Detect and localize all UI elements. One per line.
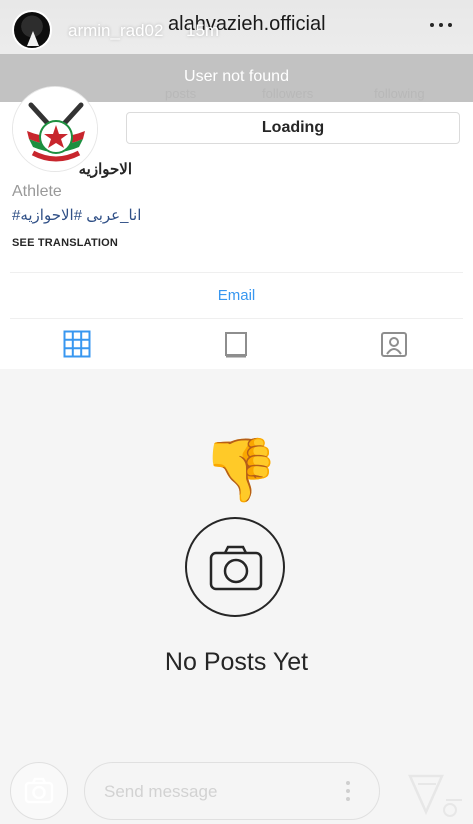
ghost-stat-followers: followers bbox=[262, 86, 314, 101]
profile-category: Athlete bbox=[12, 183, 62, 200]
story-avatar[interactable] bbox=[12, 10, 52, 50]
email-button[interactable]: Email bbox=[0, 287, 473, 304]
thumbs-down-emoji: 👎 bbox=[202, 436, 280, 505]
no-posts-text: No Posts Yet bbox=[164, 648, 309, 676]
divider bbox=[10, 318, 463, 319]
camera-circle bbox=[185, 517, 285, 617]
camera-icon bbox=[24, 777, 54, 804]
igtv-icon bbox=[225, 332, 247, 358]
divider bbox=[10, 272, 463, 273]
loading-button[interactable]: Loading bbox=[126, 112, 460, 144]
ghost-stat-following: following bbox=[374, 86, 425, 101]
tagged-icon bbox=[381, 332, 407, 357]
camera-icon bbox=[209, 545, 263, 591]
tab-igtv[interactable] bbox=[222, 330, 250, 358]
grid-icon bbox=[63, 330, 91, 358]
profile-hashtags[interactable]: #انا_عربی #الاحوازیه bbox=[12, 206, 141, 224]
share-icon[interactable] bbox=[406, 772, 466, 818]
send-message-placeholder: Send message bbox=[104, 782, 218, 801]
more-options-icon[interactable] bbox=[430, 17, 452, 33]
story-header: alahvazieh.official armin_rad02 15m bbox=[0, 0, 473, 54]
story-camera-button[interactable] bbox=[10, 762, 68, 820]
tab-tagged[interactable] bbox=[380, 330, 408, 358]
see-translation-link[interactable]: SEE TRANSLATION bbox=[12, 237, 118, 249]
story-time: 15m bbox=[186, 21, 220, 40]
kebab-menu-icon[interactable] bbox=[346, 781, 350, 801]
story-username[interactable]: armin_rad02 bbox=[68, 21, 163, 41]
tab-grid[interactable] bbox=[63, 330, 91, 358]
banner-text: User not found bbox=[184, 68, 289, 85]
ghost-stat-posts: posts bbox=[165, 86, 197, 101]
profile-logo[interactable] bbox=[12, 86, 98, 172]
